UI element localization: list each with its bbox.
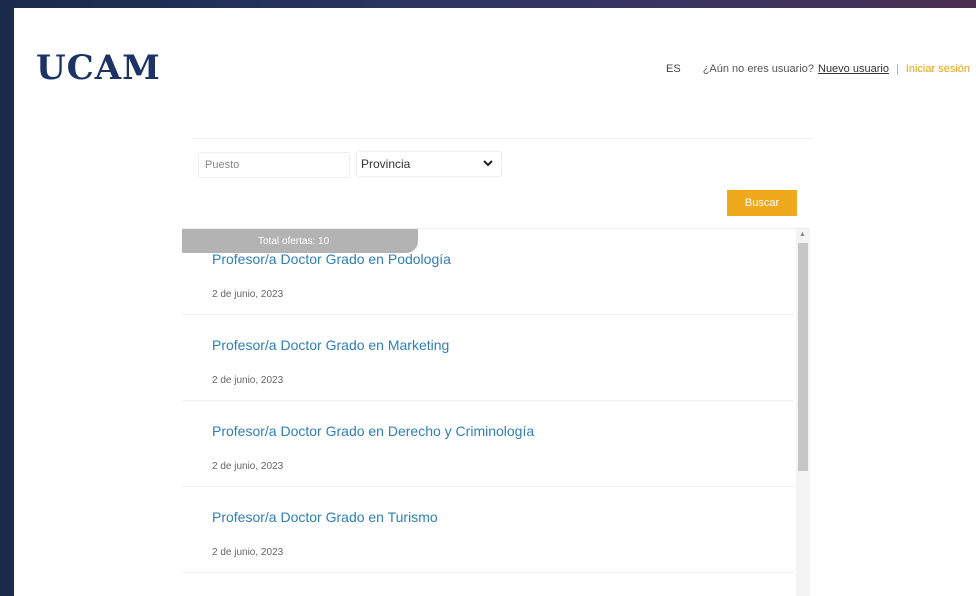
total-offers-badge: Total ofertas: 10 (182, 229, 418, 253)
job-title-link[interactable]: Profesor/a Doctor Grado en Podología (212, 251, 451, 267)
job-title-link[interactable]: Profesor/a Doctor Grado en Derecho y Cri… (212, 423, 534, 439)
results-list: Profesor/a Doctor Grado en Podología 2 d… (182, 228, 810, 596)
provincia-select[interactable]: Provincia (356, 151, 502, 177)
list-item[interactable]: Profesor/a Doctor Grado en Turismo 2 de … (182, 487, 794, 573)
new-user-link[interactable]: Nuevo usuario (818, 63, 889, 75)
job-date: 2 de junio, 2023 (212, 375, 284, 386)
scrollbar-thumb[interactable] (798, 243, 808, 471)
language-selector[interactable]: ES (666, 63, 681, 75)
job-title-link[interactable]: Profesor/a Doctor Grado en Marketing (212, 337, 449, 353)
panel-divider (192, 138, 812, 139)
list-item[interactable]: Profesor/a Doctor Grado en Derecho y Cri… (182, 401, 794, 487)
search-button[interactable]: Buscar (727, 190, 797, 216)
job-date: 2 de junio, 2023 (212, 547, 284, 558)
provincia-select-value: Provincia (361, 157, 411, 171)
page-frame: UCAM ES ¿Aún no eres usuario? Nuevo usua… (14, 8, 976, 596)
top-navigation: ES ¿Aún no eres usuario? Nuevo usuario |… (666, 63, 970, 75)
job-date: 2 de junio, 2023 (212, 461, 284, 472)
ucam-logo[interactable]: UCAM (36, 48, 161, 88)
job-date: 2 de junio, 2023 (212, 289, 284, 300)
puesto-input[interactable] (198, 152, 350, 178)
chevron-down-icon (483, 159, 493, 170)
not-user-text: ¿Aún no eres usuario? (702, 63, 814, 75)
search-panel: Provincia Buscar Profesor/a Doctor Grado… (182, 138, 812, 596)
job-title-link[interactable]: Profesor/a Doctor Grado en Turismo (212, 509, 438, 525)
results-scrollbar[interactable]: ▲ (796, 229, 810, 596)
nav-separator: | (895, 63, 899, 75)
login-link[interactable]: Iniciar sesión (906, 63, 970, 75)
scroll-up-arrow-icon[interactable]: ▲ (799, 231, 806, 238)
list-item[interactable]: Profesor/a Doctor Grado en Marketing 2 d… (182, 315, 794, 401)
